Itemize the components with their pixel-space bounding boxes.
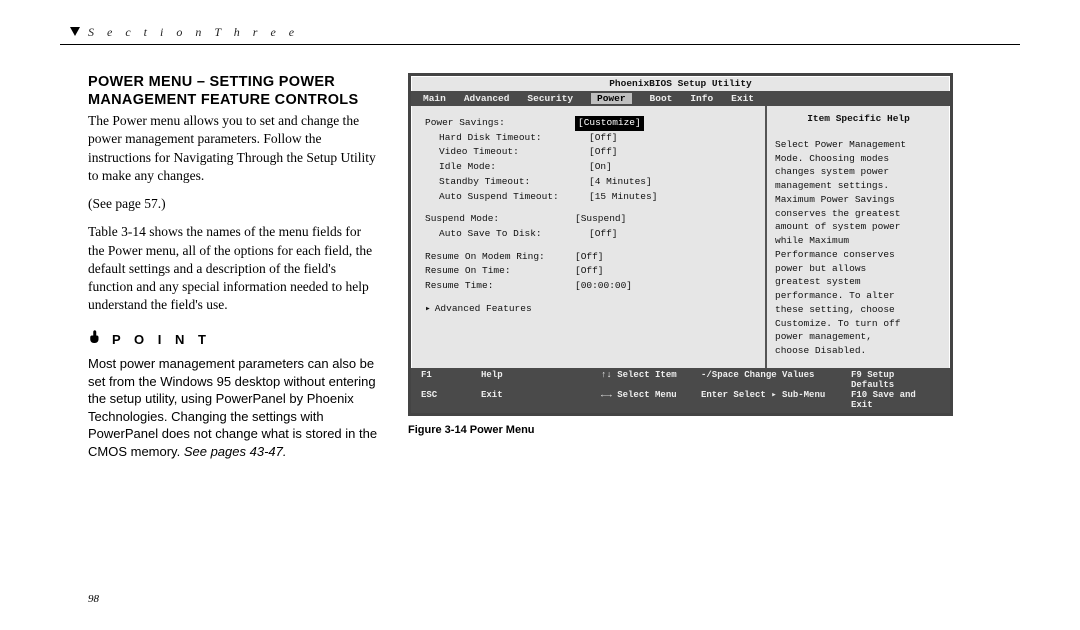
left-column: POWER MENU – SETTING POWER MANAGEMENT FE… [88, 73, 378, 460]
help-line: Mode. Choosing modes [775, 152, 942, 166]
help-body: Select Power ManagementMode. Choosing mo… [775, 138, 942, 358]
setting-label: Advanced Features [425, 302, 575, 317]
setting-value: [Off] [575, 264, 604, 279]
point-heading: P O I N T [88, 328, 378, 351]
key-leftright: ←→ Select Menu [601, 390, 701, 410]
menu-tab-security: Security [527, 93, 573, 104]
setting-label: Auto Save To Disk: [439, 227, 589, 242]
point-callout: P O I N T Most power management paramete… [88, 328, 378, 460]
hint-change: -/Space Change Values [701, 370, 851, 390]
setting-label: Hard Disk Timeout: [439, 131, 589, 146]
table-desc-paragraph: Table 3-14 shows the names of the menu f… [88, 223, 378, 314]
setting-value: [Suspend] [575, 212, 626, 227]
setting-value: [On] [589, 160, 612, 175]
setting-label: Resume On Time: [425, 264, 575, 279]
hint-submenu: Enter Select ▸ Sub-Menu [701, 390, 851, 410]
menu-tab-advanced: Advanced [464, 93, 510, 104]
help-line: power management, [775, 330, 942, 344]
content-columns: POWER MENU – SETTING POWER MANAGEMENT FE… [60, 73, 1020, 460]
help-line: performance. To alter [775, 289, 942, 303]
bios-footer: F1 Help ↑↓ Select Item -/Space Change Va… [411, 368, 950, 413]
setting-value: [Customize] [575, 116, 644, 131]
help-line: Performance conserves [775, 248, 942, 262]
help-line: Maximum Power Savings [775, 193, 942, 207]
setting-label: Standby Timeout: [439, 175, 589, 190]
help-line: choose Disabled. [775, 344, 942, 358]
right-column: PhoenixBIOS Setup Utility Main Advanced Se… [408, 73, 1020, 460]
hint-defaults: F9 Setup Defaults [851, 370, 940, 390]
menu-tab-info: Info [690, 93, 713, 104]
bios-screenshot: PhoenixBIOS Setup Utility Main Advanced Se… [408, 73, 953, 416]
setting-value: [Off] [589, 131, 618, 146]
setting-value: [Off] [575, 250, 604, 265]
hint-help: Help [481, 370, 601, 390]
help-line: greatest system [775, 275, 942, 289]
setting-label: Power Savings: [425, 116, 575, 131]
setting-value: [4 Minutes] [589, 175, 652, 190]
menu-tab-boot: Boot [650, 93, 673, 104]
bios-menubar: Main Advanced Security Power Boot Info Exit [411, 91, 950, 106]
bios-title: PhoenixBIOS Setup Utility [411, 76, 950, 91]
see-page-ref: (See page 57.) [88, 195, 378, 213]
setting-label: Auto Suspend Timeout: [439, 190, 589, 205]
setting-label: Idle Mode: [439, 160, 589, 175]
help-line: these setting, choose [775, 303, 942, 317]
key-esc: ESC [421, 390, 481, 410]
bios-body: Power Savings:[Customize]Hard Disk Timeo… [411, 106, 950, 368]
setting-label: Video Timeout: [439, 145, 589, 160]
setting-label: Suspend Mode: [425, 212, 575, 227]
page-heading: POWER MENU – SETTING POWER MANAGEMENT FE… [88, 73, 378, 109]
help-line: Customize. To turn off [775, 317, 942, 331]
point-page-ref: See pages 43-47. [184, 444, 287, 459]
key-updown: ↑↓ Select Item [601, 370, 701, 390]
page-number: 98 [88, 593, 99, 605]
hint-save: F10 Save and Exit [851, 390, 940, 410]
help-line: Select Power Management [775, 138, 942, 152]
key-f1: F1 [421, 370, 481, 390]
setting-value: [Off] [589, 227, 618, 242]
help-line: power but allows [775, 262, 942, 276]
help-line: conserves the greatest [775, 207, 942, 221]
menu-tab-main: Main [423, 93, 446, 104]
hint-exit: Exit [481, 390, 601, 410]
help-heading: Item Specific Help [775, 112, 942, 126]
help-line: amount of system power [775, 220, 942, 234]
help-line: while Maximum [775, 234, 942, 248]
bios-settings-pane: Power Savings:[Customize]Hard Disk Timeo… [411, 106, 765, 368]
setting-label: Resume Time: [425, 279, 575, 294]
point-body: Most power management parameters can als… [88, 355, 378, 460]
help-line: changes system power [775, 165, 942, 179]
page: S e c t i o n T h r e e POWER MENU – SET… [60, 25, 1020, 605]
menu-tab-power: Power [591, 93, 632, 104]
help-line: management settings. [775, 179, 942, 193]
point-label: P O I N T [112, 331, 211, 349]
running-head: S e c t i o n T h r e e [60, 25, 1020, 45]
figure-caption: Figure 3-14 Power Menu [408, 424, 1020, 436]
setting-value: [00:00:00] [575, 279, 632, 294]
setting-value: [Off] [589, 145, 618, 160]
hand-point-icon [88, 328, 106, 351]
bios-help-pane: Item Specific Help Select Power Manageme… [765, 106, 950, 368]
setting-value: [15 Minutes] [589, 190, 657, 205]
intro-paragraph: The Power menu allows you to set and cha… [88, 112, 378, 185]
setting-label: Resume On Modem Ring: [425, 250, 575, 265]
menu-tab-exit: Exit [731, 93, 754, 104]
